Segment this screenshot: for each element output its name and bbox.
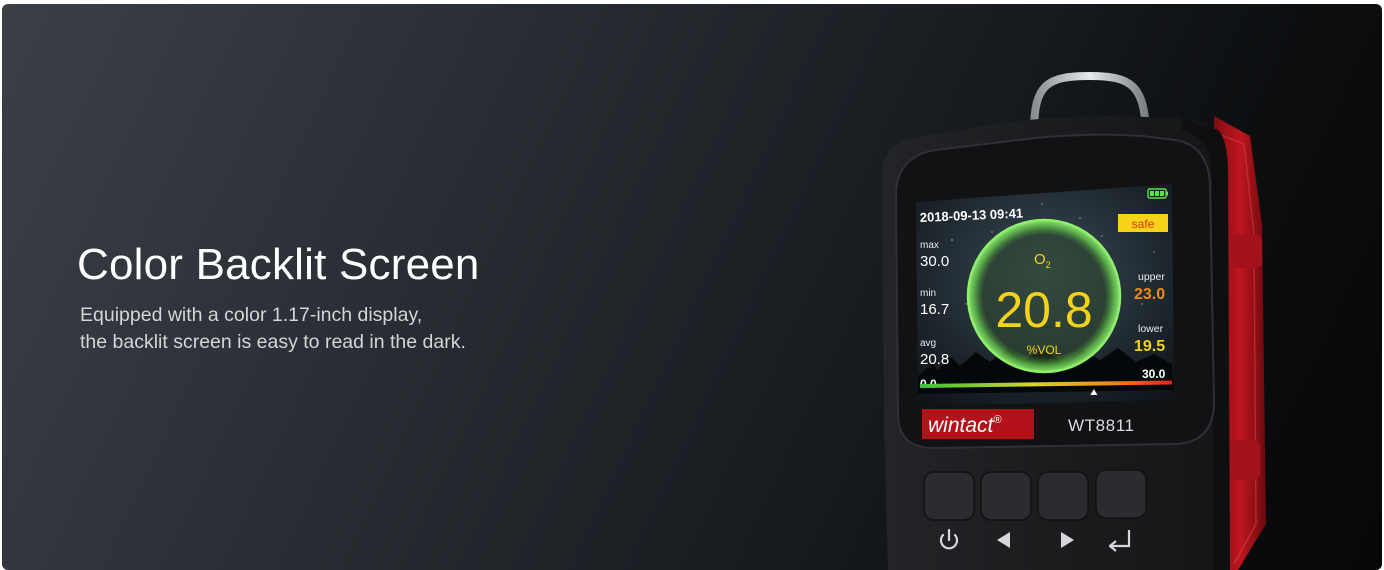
- right-button[interactable]: [1037, 471, 1089, 521]
- avg-value: 20.8: [920, 351, 949, 368]
- hero-description: Equipped with a color 1.17-inch display,…: [80, 302, 466, 356]
- enter-button[interactable]: [1095, 469, 1147, 519]
- lower-value: 19.5: [1134, 338, 1165, 355]
- max-value: 30.0: [920, 253, 949, 270]
- reading-unit: %VOL: [1027, 343, 1062, 357]
- upper-value: 23.0: [1134, 286, 1165, 303]
- model-label: WT8811: [1068, 416, 1135, 435]
- lower-label: lower: [1138, 323, 1164, 335]
- main-reading: 20.8: [995, 282, 1092, 338]
- brand-logo: wintact®: [928, 414, 1002, 437]
- hero-banner: Color Backlit Screen Equipped with a col…: [2, 4, 1382, 570]
- lcd-screen: safe 2018-09-13 09:41 max 30.0 min 16.7 …: [916, 184, 1174, 406]
- avg-label: avg: [920, 338, 936, 349]
- min-value: 16.7: [920, 301, 949, 318]
- max-label: max: [920, 240, 939, 251]
- hero-description-line-2: the backlit screen is easy to read in th…: [80, 331, 466, 353]
- min-label: min: [920, 288, 936, 299]
- status-badge: safe: [1132, 217, 1155, 231]
- left-button[interactable]: [980, 471, 1032, 521]
- gas-detector-device: safe 2018-09-13 09:41 max 30.0 min 16.7 …: [882, 71, 1266, 570]
- power-button[interactable]: [923, 471, 975, 521]
- hero-title: Color Backlit Screen: [77, 240, 480, 289]
- scale-max: 30.0: [1142, 367, 1166, 381]
- upper-label: upper: [1138, 271, 1165, 283]
- hero-description-line-1: Equipped with a color 1.17-inch display,: [80, 304, 423, 326]
